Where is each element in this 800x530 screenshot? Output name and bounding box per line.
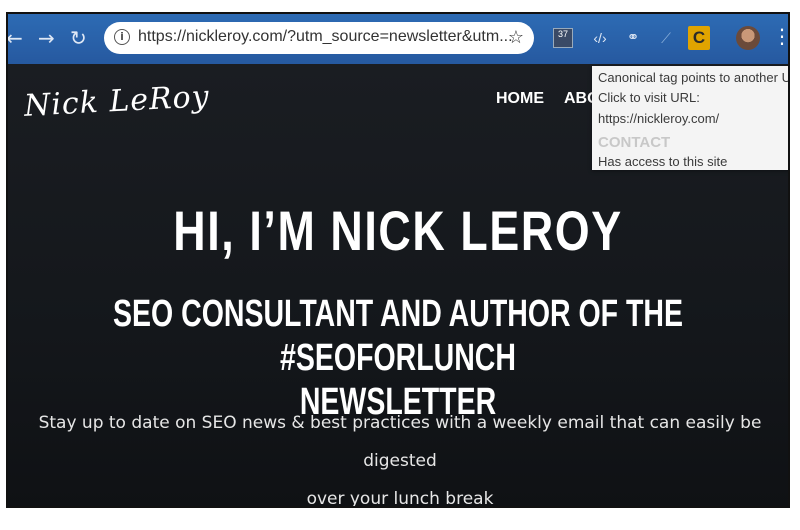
back-arrow-icon[interactable]: ←	[8, 26, 23, 50]
extension-badge-icon[interactable]: 37	[553, 28, 573, 48]
hero-description-line1: Stay up to date on SEO news & best pract…	[38, 413, 762, 471]
bookmark-star-icon[interactable]: ☆	[508, 27, 524, 48]
hero-subtitle-line1: SEO CONSULTANT AND AUTHOR OF THE #SEOFOR…	[113, 293, 683, 379]
nav-home-link[interactable]: HOME	[496, 90, 544, 108]
address-url[interactable]: https://nickleroy.com/?utm_source=newsle…	[138, 28, 513, 46]
forward-arrow-icon[interactable]: →	[38, 26, 55, 50]
code-extension-icon[interactable]: ‹/›	[590, 28, 610, 48]
browser-toolbar: ← → ↻ i https://nickleroy.com/?utm_sourc…	[8, 14, 788, 64]
profile-avatar[interactable]	[736, 26, 760, 50]
hero-description-line2: over your lunch break	[306, 489, 494, 508]
address-bar[interactable]: i https://nickleroy.com/?utm_source=news…	[104, 22, 534, 54]
tooltip-click-text: Click to visit URL:	[598, 90, 700, 105]
site-info-icon[interactable]: i	[114, 29, 130, 45]
hero-description: Stay up to date on SEO news & best pract…	[28, 404, 772, 508]
link-extension-icon[interactable]: ⚭	[623, 28, 643, 48]
tooltip-url: https://nickleroy.com/	[598, 111, 720, 126]
screenshot-frame: ← → ↻ i https://nickleroy.com/?utm_sourc…	[6, 12, 790, 508]
site-logo[interactable]: Nick LeRoy	[23, 79, 210, 124]
feather-extension-icon[interactable]: ⟋	[656, 28, 676, 48]
reload-icon[interactable]: ↻	[70, 26, 87, 50]
extension-tooltip: Canonical tag points to another URL Clic…	[592, 66, 790, 170]
tooltip-canonical-text: Canonical tag points to another URL	[598, 70, 790, 85]
browser-menu-icon[interactable]: ⋮	[772, 24, 788, 48]
hero-title: HI, I’M NICK LEROY	[173, 199, 623, 262]
nav-contact-link[interactable]: CONTACT	[598, 134, 670, 151]
tooltip-access-text: Has access to this site	[598, 154, 728, 169]
canonical-extension-icon[interactable]: C	[688, 26, 710, 50]
